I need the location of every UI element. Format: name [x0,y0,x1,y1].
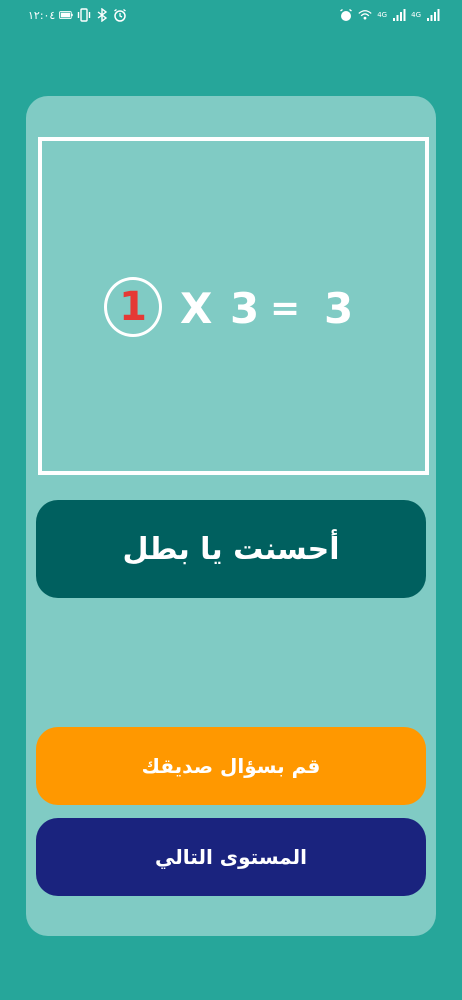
next-level-button[interactable]: المستوى التالي [36,818,426,896]
alarm-icon [340,8,353,21]
ask-friend-label: قم بسؤال صديقك [141,754,321,778]
status-time: ١٢:٠٤ [28,8,56,22]
status-bar-left: ١٢:٠٤ [28,8,127,22]
network-type-label: 4G [377,11,388,19]
equals-sign: = [270,288,301,329]
equation: 1 X 3 = 3 [42,277,425,341]
vibrate-icon [78,8,91,22]
answer-circle: 1 [104,277,162,337]
equation-box: 1 X 3 = 3 [38,137,429,475]
wifi-icon [358,10,372,20]
signal-icon [427,9,440,21]
alarm-icon [114,8,127,22]
next-level-label: المستوى التالي [155,845,307,869]
multiply-operator: X [180,284,213,333]
battery-icon [59,11,74,19]
feedback-banner: أحسنت يا بطل [36,500,426,598]
status-bar-right: 4G 4G [339,8,440,22]
bluetooth-icon [97,8,108,22]
status-bar: ١٢:٠٤ 4G 4G [0,0,462,32]
network-type-label: 4G [411,11,421,19]
answer-digit: 1 [119,284,147,330]
signal-icon [393,9,406,21]
operand: 3 [230,284,260,333]
ask-friend-button[interactable]: قم بسؤال صديقك [36,727,426,805]
feedback-message: أحسنت يا بطل [122,531,340,567]
result: 3 [324,284,354,333]
